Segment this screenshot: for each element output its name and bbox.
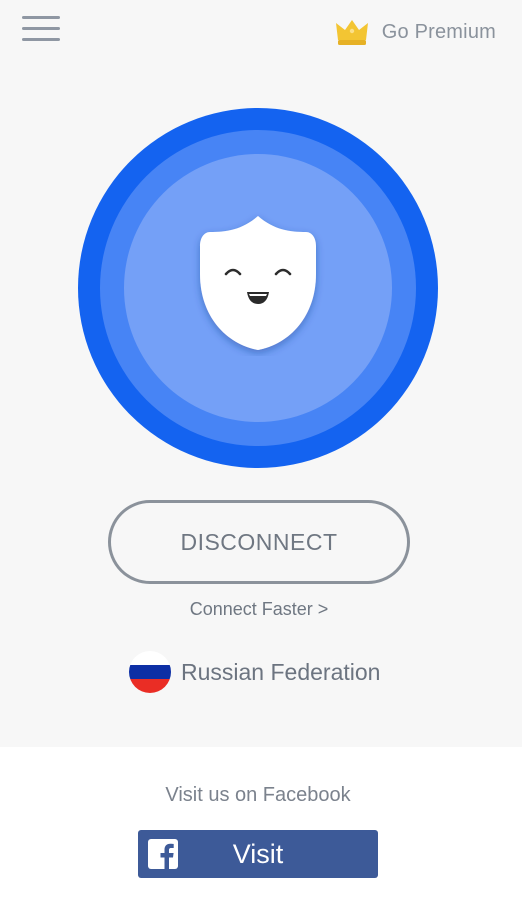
connect-faster-link[interactable]: Connect Faster > (0, 599, 518, 620)
footer: Visit us on Facebook Visit (0, 747, 522, 898)
location-name: Russian Federation (181, 658, 381, 685)
facebook-visit-button[interactable]: Visit (138, 830, 378, 878)
visit-label: Visit (232, 838, 284, 869)
go-premium-label: Go Premium (381, 20, 496, 43)
disconnect-button[interactable]: DISCONNECT (108, 500, 410, 584)
vpn-status-button[interactable] (78, 108, 438, 468)
russia-flag-icon (129, 651, 171, 693)
facebook-promo-text: Visit us on Facebook (165, 784, 351, 806)
crown-icon (335, 20, 368, 45)
smiling-shield-icon (200, 216, 316, 350)
menu-button[interactable] (20, 14, 62, 44)
location-selector[interactable]: Russian Federation (129, 651, 380, 693)
top-bar: Go Premium (0, 0, 522, 64)
go-premium-button[interactable]: Go Premium (334, 16, 496, 48)
